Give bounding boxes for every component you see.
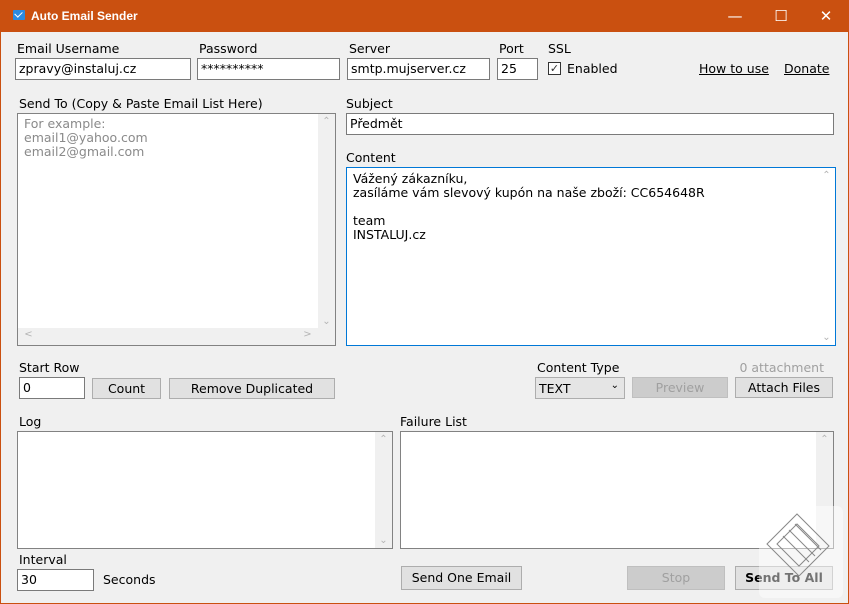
failure-list-label: Failure List (400, 414, 467, 429)
scroll-right-icon[interactable]: > (299, 329, 316, 340)
watermark-logo (759, 506, 843, 598)
port-input[interactable]: 25 (497, 58, 538, 80)
ssl-enabled-label: Enabled (567, 61, 618, 76)
send-to-textarea[interactable]: For example: email1@yahoo.com email2@gma… (17, 113, 336, 346)
ssl-label: SSL (548, 41, 571, 56)
port-label: Port (499, 41, 524, 56)
chevron-down-icon: ⌄ (610, 380, 619, 391)
window-title: Auto Email Sender (31, 9, 138, 23)
scroll-down-icon[interactable]: ⌄ (318, 316, 335, 327)
interval-label: Interval (19, 552, 67, 567)
close-button[interactable]: ✕ (803, 1, 849, 32)
content-label: Content (346, 150, 396, 165)
subject-label: Subject (346, 96, 393, 111)
interval-input[interactable]: 30 (17, 569, 94, 591)
ssl-checkbox[interactable]: ✓ (548, 62, 561, 75)
content-type-select[interactable]: TEXT ⌄ (535, 377, 625, 399)
content-text: Vážený zákazníku, zasíláme vám slevový k… (353, 171, 705, 242)
maximize-button[interactable]: ☐ (758, 1, 804, 32)
preview-button[interactable]: Preview (632, 377, 728, 398)
vertical-scrollbar[interactable]: ⌃ ⌄ (818, 168, 835, 345)
send-to-placeholder: For example: email1@yahoo.com email2@gma… (24, 116, 148, 159)
scroll-left-icon[interactable]: < (20, 329, 37, 340)
minimize-button[interactable]: — (712, 1, 758, 32)
how-to-use-link[interactable]: How to use (699, 61, 769, 76)
scroll-up-icon[interactable]: ⌃ (318, 116, 335, 127)
password-label: Password (199, 41, 258, 56)
password-input[interactable]: ********** (197, 58, 340, 80)
stop-button[interactable]: Stop (627, 566, 725, 590)
server-label: Server (349, 41, 390, 56)
content-textarea[interactable]: Vážený zákazníku, zasíláme vám slevový k… (346, 167, 836, 346)
count-button[interactable]: Count (92, 378, 161, 399)
vertical-scrollbar[interactable]: ⌃ ⌄ (375, 432, 392, 548)
attachment-count: 0 attachment (739, 360, 824, 375)
scroll-down-icon[interactable]: ⌄ (375, 535, 392, 546)
server-input[interactable]: smtp.mujserver.cz (347, 58, 490, 80)
send-one-email-button[interactable]: Send One Email (401, 566, 522, 590)
scroll-down-icon[interactable]: ⌄ (818, 332, 835, 343)
title-bar: Auto Email Sender — ☐ ✕ (1, 1, 849, 32)
interval-unit: Seconds (103, 572, 156, 587)
start-row-label: Start Row (19, 360, 80, 375)
app-window: Auto Email Sender — ☐ ✕ Email Username z… (0, 0, 849, 604)
horizontal-scrollbar[interactable]: < > (18, 328, 318, 345)
donate-link[interactable]: Donate (784, 61, 829, 76)
vertical-scrollbar[interactable]: ⌃ ⌄ (318, 114, 335, 345)
scroll-up-icon[interactable]: ⌃ (375, 434, 392, 445)
watermark-logo-icon (766, 513, 830, 577)
content-type-label: Content Type (537, 360, 620, 375)
send-to-label: Send To (Copy & Paste Email List Here) (19, 96, 263, 111)
scroll-up-icon[interactable]: ⌃ (816, 434, 833, 445)
username-label: Email Username (17, 41, 120, 56)
log-textarea[interactable]: ⌃ ⌄ (17, 431, 393, 549)
content-type-value: TEXT (539, 381, 571, 396)
mail-app-icon (13, 10, 25, 20)
log-label: Log (19, 414, 42, 429)
start-row-input[interactable]: 0 (19, 377, 85, 399)
scroll-up-icon[interactable]: ⌃ (818, 170, 835, 181)
username-input[interactable]: zpravy@instaluj.cz (15, 58, 191, 80)
remove-duplicated-button[interactable]: Remove Duplicated (169, 378, 335, 399)
attach-files-button[interactable]: Attach Files (735, 377, 833, 398)
subject-input[interactable]: Předmět (346, 113, 834, 135)
